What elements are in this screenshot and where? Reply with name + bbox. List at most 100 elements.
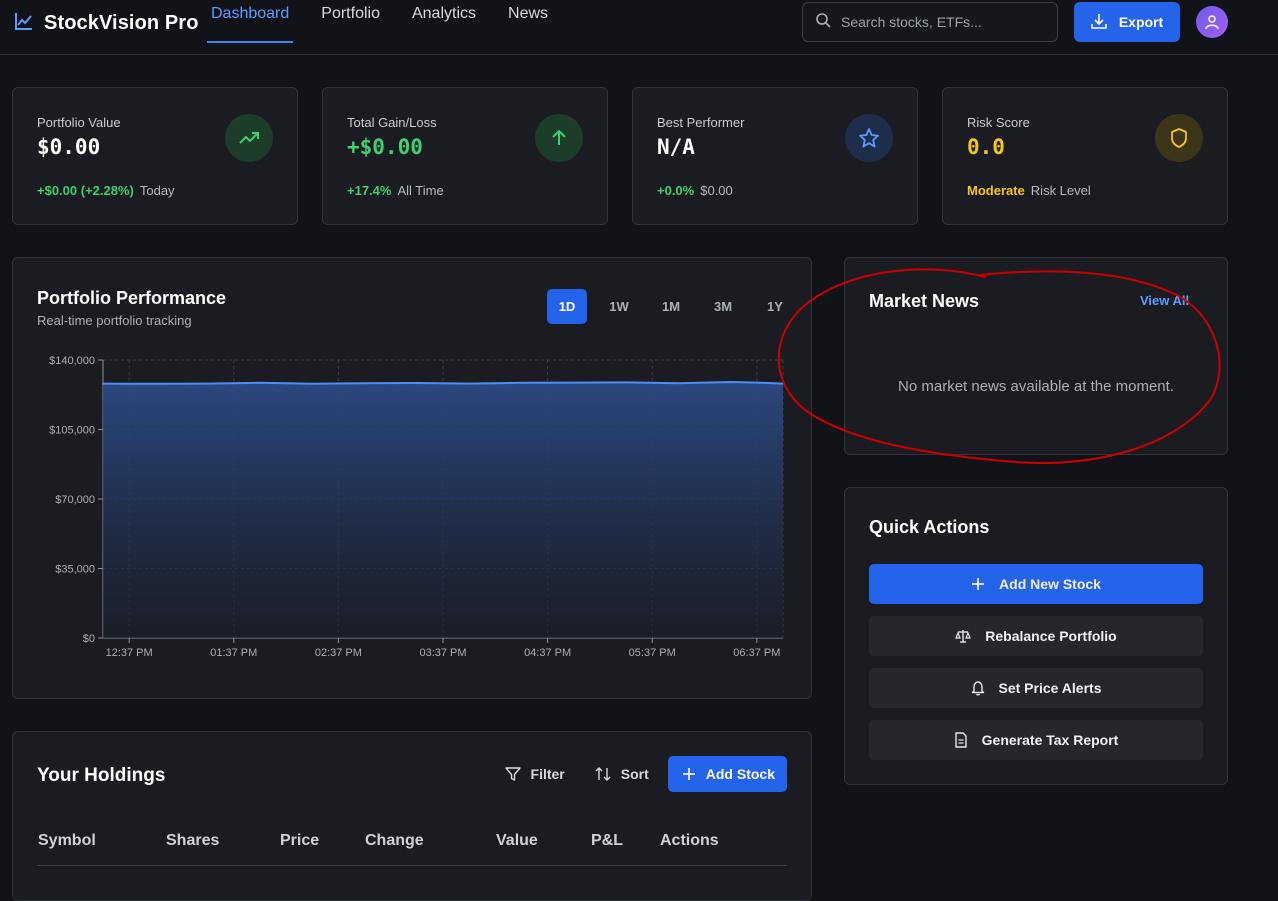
stat-value: $0.00 [37, 135, 101, 159]
holdings-table-header: Symbol Shares Price Change Value P&L Act… [37, 828, 787, 866]
series-area [103, 382, 783, 638]
market-news-card: Market News View All No market news avai… [844, 257, 1228, 455]
stat-sub: +$0.00 (+2.28%) Today [37, 183, 175, 198]
filter-button[interactable]: Filter [490, 756, 580, 792]
performance-card: Portfolio Performance Real-time portfoli… [12, 257, 812, 699]
generate-tax-report-button[interactable]: Generate Tax Report [869, 720, 1203, 760]
sort-icon [595, 767, 611, 781]
sort-button[interactable]: Sort [580, 756, 664, 792]
trending-up-icon [225, 114, 273, 162]
star-icon [845, 114, 893, 162]
x-tick-label: 05:37 PM [629, 647, 676, 659]
holdings-card: Your Holdings Filter Sort Add Stock Symb… [12, 731, 812, 901]
document-icon [954, 732, 967, 748]
performance-chart[interactable]: $0 $35,000 $70,000 $105,000 $140,000 12:37 PM… [13, 350, 803, 690]
quick-actions-title: Quick Actions [869, 517, 990, 537]
set-price-alerts-button[interactable]: Set Price Alerts [869, 668, 1203, 708]
plus-icon [682, 768, 695, 780]
search-input[interactable] [841, 14, 1041, 30]
series-line [102, 380, 784, 385]
news-empty-message: No market news available at the moment. [898, 378, 1174, 395]
stat-card-best-performer: Best Performer N/A +0.0% $0.00 [632, 87, 918, 225]
news-title: Market News [869, 291, 980, 311]
stat-change: +0.0% [657, 183, 695, 198]
column-header-shares[interactable]: Shares [166, 832, 219, 850]
action-label: Add New Stock [999, 576, 1101, 592]
stat-period: Today [139, 183, 175, 198]
stat-sub: +17.4% All Time [347, 183, 444, 198]
scale-icon [955, 630, 972, 643]
stat-period: Risk Level [1030, 183, 1091, 198]
x-tick-label: 01:37 PM [210, 647, 257, 659]
stat-card-portfolio-value: Portfolio Value $0.00 +$0.00 (+2.28%) Tod… [12, 87, 298, 225]
range-1m[interactable]: 1M [651, 289, 691, 324]
range-1d[interactable]: 1D [547, 289, 587, 324]
nav-news[interactable]: News [508, 0, 548, 43]
column-header-actions[interactable]: Actions [660, 832, 719, 850]
x-tick-label: 03:37 PM [419, 647, 466, 659]
y-tick-label: $105,000 [49, 425, 95, 437]
stat-label: Total Gain/Loss [347, 115, 437, 130]
stat-card-risk-score: Risk Score 0.0 Moderate Risk Level [942, 87, 1228, 225]
rebalance-portfolio-button[interactable]: Rebalance Portfolio [869, 616, 1203, 656]
stat-label: Portfolio Value [37, 115, 121, 130]
column-header-symbol[interactable]: Symbol [38, 832, 96, 850]
y-tick-label: $70,000 [55, 494, 95, 506]
nav-portfolio[interactable]: Portfolio [321, 0, 380, 43]
column-header-pnl[interactable]: P&L [591, 832, 623, 850]
x-tick-label: 02:37 PM [315, 647, 362, 659]
y-tick-label: $35,000 [55, 564, 95, 576]
chart-subtitle: Real-time portfolio tracking [37, 313, 192, 328]
filter-icon [504, 767, 521, 781]
chart-title: Portfolio Performance [37, 288, 227, 308]
nav-dashboard[interactable]: Dashboard [207, 0, 294, 43]
view-all-link[interactable]: View All [1140, 293, 1189, 308]
app-name: StockVision Pro [44, 11, 199, 34]
search-box[interactable] [802, 2, 1058, 42]
stat-sub: +0.0% $0.00 [657, 183, 733, 198]
top-navbar: StockVision Pro Dashboard Portfolio Anal… [0, 0, 1278, 55]
stat-card-total-gain: Total Gain/Loss +$0.00 +17.4% All Time [322, 87, 608, 225]
add-stock-label: Add Stock [705, 766, 775, 782]
stat-value: N/A [657, 135, 695, 159]
stat-sub: Moderate Risk Level [967, 183, 1091, 198]
add-stock-button[interactable]: Add Stock [667, 756, 787, 792]
quick-actions-card: Quick Actions Add New Stock Rebalance Po… [844, 487, 1228, 785]
action-label: Generate Tax Report [981, 732, 1119, 748]
stat-value: 0.0 [967, 135, 1005, 159]
sort-label: Sort [620, 766, 649, 782]
add-new-stock-button[interactable]: Add New Stock [869, 564, 1203, 604]
y-tick-label: $140,000 [49, 355, 95, 367]
range-1y[interactable]: 1Y [755, 289, 795, 324]
export-label: Export [1118, 14, 1164, 30]
holdings-toolbar: Filter Sort Add Stock [490, 756, 787, 792]
search-icon [815, 12, 831, 33]
plus-icon [972, 578, 985, 590]
download-icon [1091, 13, 1107, 32]
stat-period: All Time [397, 183, 444, 198]
brand[interactable]: StockVision Pro [14, 10, 199, 36]
user-avatar[interactable] [1196, 6, 1228, 38]
x-tick-label: 04:37 PM [524, 647, 571, 659]
range-selector: 1D 1W 1M 3M 1Y [547, 289, 797, 324]
column-header-value[interactable]: Value [496, 832, 538, 850]
x-tick-label: 06:37 PM [733, 647, 780, 659]
stat-value: +$0.00 [347, 135, 423, 159]
stat-change: +$0.00 (+2.28%) [37, 183, 134, 198]
filter-label: Filter [530, 766, 565, 782]
action-label: Rebalance Portfolio [985, 628, 1117, 644]
range-1w[interactable]: 1W [599, 289, 639, 324]
column-header-price[interactable]: Price [280, 832, 319, 850]
column-header-change[interactable]: Change [365, 832, 424, 850]
action-label: Set Price Alerts [998, 680, 1102, 696]
stat-period: $0.00 [700, 183, 733, 198]
holdings-title: Your Holdings [37, 765, 166, 786]
x-tick-label: 12:37 PM [106, 647, 153, 659]
range-3m[interactable]: 3M [703, 289, 743, 324]
export-button[interactable]: Export [1074, 2, 1180, 42]
nav-analytics[interactable]: Analytics [412, 0, 476, 43]
stat-label: Risk Score [967, 115, 1030, 130]
y-tick-label: $0 [83, 633, 95, 645]
bell-icon [971, 681, 984, 696]
chart-line-icon [14, 11, 34, 36]
